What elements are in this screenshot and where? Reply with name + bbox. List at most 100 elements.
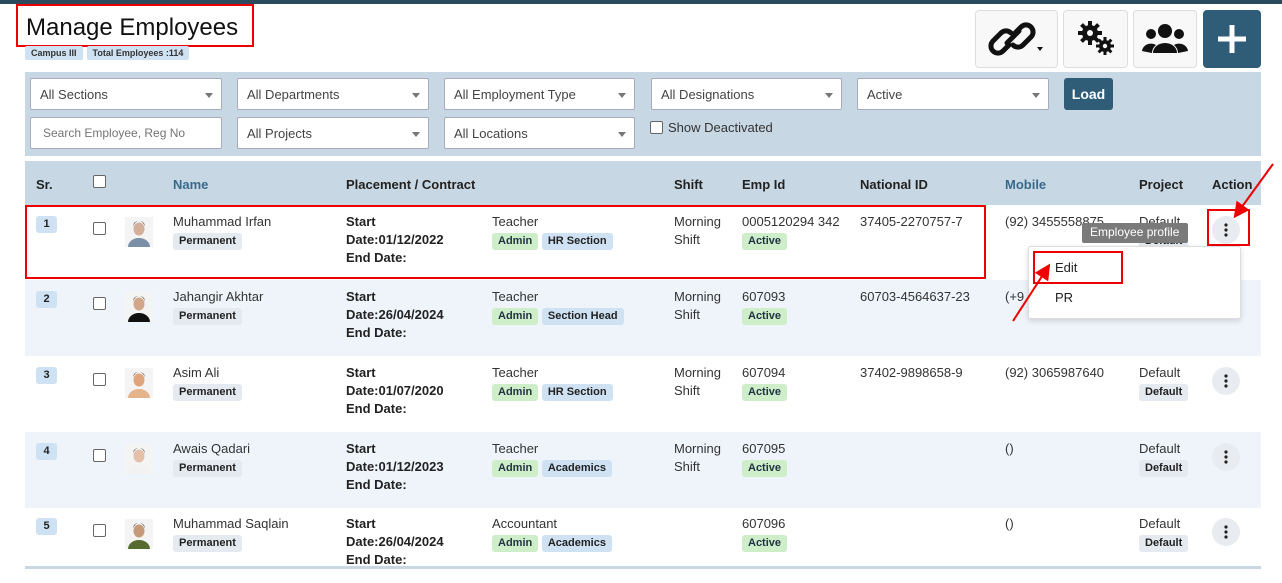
load-button[interactable]: Load <box>1064 78 1113 110</box>
col-mobile[interactable]: Mobile <box>1005 177 1046 192</box>
sub-department-badge: Academics <box>541 460 612 477</box>
end-date: End Date: <box>346 477 407 492</box>
start-label: Start <box>346 516 376 531</box>
table-header: Sr. Name Placement / Contract Shift Emp … <box>25 161 1261 205</box>
mobile: (+9 <box>1005 289 1025 304</box>
project: Default <box>1139 516 1181 531</box>
show-deactivated-toggle[interactable]: Show Deactivated <box>650 120 773 135</box>
total-employees-badge: Total Employees :114 <box>86 46 190 60</box>
menu-item-pr[interactable]: PR <box>1055 290 1073 305</box>
employee-name[interactable]: Muhammad Saqlain <box>173 515 289 533</box>
kebab-menu-icon <box>1224 374 1228 388</box>
col-sr: Sr. <box>36 177 53 192</box>
kebab-menu-icon <box>1224 450 1228 464</box>
employment-status-badge: Permanent <box>173 535 242 552</box>
row-number: 2 <box>36 291 57 308</box>
emp-id: 607095 <box>742 441 786 456</box>
col-placement: Placement / Contract <box>346 177 476 192</box>
campus-badge: Campus III <box>25 46 83 60</box>
employee-name[interactable]: Jahangir Akhtar <box>173 288 263 306</box>
designations-select[interactable]: All Designations <box>651 78 842 110</box>
row-action-button[interactable] <box>1212 443 1240 471</box>
designation: Teacher <box>492 289 539 304</box>
col-name[interactable]: Name <box>173 177 208 192</box>
department-badge: Admin <box>492 535 539 552</box>
start-date: Date:26/04/2024 <box>346 307 444 322</box>
action-highlight-box <box>1207 209 1250 246</box>
row-highlight-box <box>25 205 986 279</box>
show-deactivated-checkbox[interactable] <box>650 121 663 134</box>
row-action-button[interactable] <box>1212 518 1240 546</box>
col-action: Action <box>1212 177 1253 192</box>
end-date: End Date: <box>346 401 407 416</box>
active-badge: Active <box>742 308 788 325</box>
link-button[interactable] <box>975 10 1058 68</box>
shift-line-1: Morning <box>674 441 721 456</box>
users-icon <box>1142 24 1188 53</box>
users-button[interactable] <box>1133 10 1197 68</box>
kebab-menu-icon <box>1224 525 1228 539</box>
emp-id: 607096 <box>742 516 786 531</box>
chevron-down-icon <box>1032 93 1040 98</box>
row-action-button[interactable] <box>1212 367 1240 395</box>
departments-select[interactable]: All Departments <box>237 78 429 110</box>
start-date: Date:26/04/2024 <box>346 534 444 549</box>
avatar <box>125 519 153 549</box>
table-row: 3 Asim Ali Permanent Start Date:01/07/2020 En… <box>25 356 1261 432</box>
shift-line-2: Shift <box>674 383 701 398</box>
row-number: 4 <box>36 443 57 460</box>
chevron-down-icon <box>825 93 833 98</box>
start-date: Date:01/12/2023 <box>346 459 444 474</box>
departments-select-value: All Departments <box>247 87 340 102</box>
chevron-down-icon <box>412 132 420 137</box>
mobile: () <box>1005 516 1014 531</box>
status-select[interactable]: Active <box>857 78 1049 110</box>
project: Default <box>1139 365 1181 380</box>
show-deactivated-label: Show Deactivated <box>668 120 773 135</box>
chevron-down-icon <box>412 93 420 98</box>
chevron-down-icon <box>618 93 626 98</box>
row-checkbox[interactable] <box>93 297 106 310</box>
sections-select[interactable]: All Sections <box>30 78 222 110</box>
edit-highlight-box <box>1033 251 1123 284</box>
table-row: 4 Awais Qadari Permanent Start Date:01/12/20… <box>25 432 1261 508</box>
chevron-down-icon <box>618 132 626 137</box>
gears-icon <box>1077 21 1114 55</box>
plus-icon <box>1218 25 1246 53</box>
national-id: 60703-4564637-23 <box>860 289 970 304</box>
shift-line-2: Shift <box>674 307 701 322</box>
department-badge: Admin <box>492 460 539 477</box>
avatar <box>125 368 153 398</box>
settings-button[interactable] <box>1063 10 1128 68</box>
add-employee-button[interactable] <box>1203 10 1261 68</box>
link-icon <box>987 22 1043 56</box>
employee-name[interactable]: Asim Ali <box>173 364 242 382</box>
start-label: Start <box>346 441 376 456</box>
employee-profile-tooltip: Employee profile <box>1082 223 1188 243</box>
search-input[interactable] <box>30 117 222 149</box>
page-title: Manage Employees <box>26 14 239 41</box>
end-date: End Date: <box>346 325 407 340</box>
department-badge: Admin <box>492 384 539 401</box>
col-shift: Shift <box>674 177 703 192</box>
sub-department-badge: Section Head <box>541 308 624 325</box>
row-checkbox[interactable] <box>93 449 106 462</box>
row-number: 5 <box>36 518 57 535</box>
projects-select[interactable]: All Projects <box>237 117 429 149</box>
employee-name[interactable]: Awais Qadari <box>173 440 250 458</box>
project-badge: Default <box>1139 384 1189 401</box>
col-national-id: National ID <box>860 177 928 192</box>
row-number: 3 <box>36 367 57 384</box>
designation: Teacher <box>492 365 539 380</box>
locations-select[interactable]: All Locations <box>444 117 635 149</box>
project-badge: Default <box>1139 535 1189 552</box>
emp-id: 607094 <box>742 365 786 380</box>
sub-department-badge: Academics <box>541 535 612 552</box>
emp-id: 607093 <box>742 289 786 304</box>
col-emp-id: Emp Id <box>742 177 786 192</box>
header-badges: Campus III Total Employees :114 <box>25 46 190 60</box>
employment-type-select[interactable]: All Employment Type <box>444 78 635 110</box>
row-checkbox[interactable] <box>93 524 106 537</box>
select-all-checkbox[interactable] <box>93 175 106 188</box>
row-checkbox[interactable] <box>93 373 106 386</box>
